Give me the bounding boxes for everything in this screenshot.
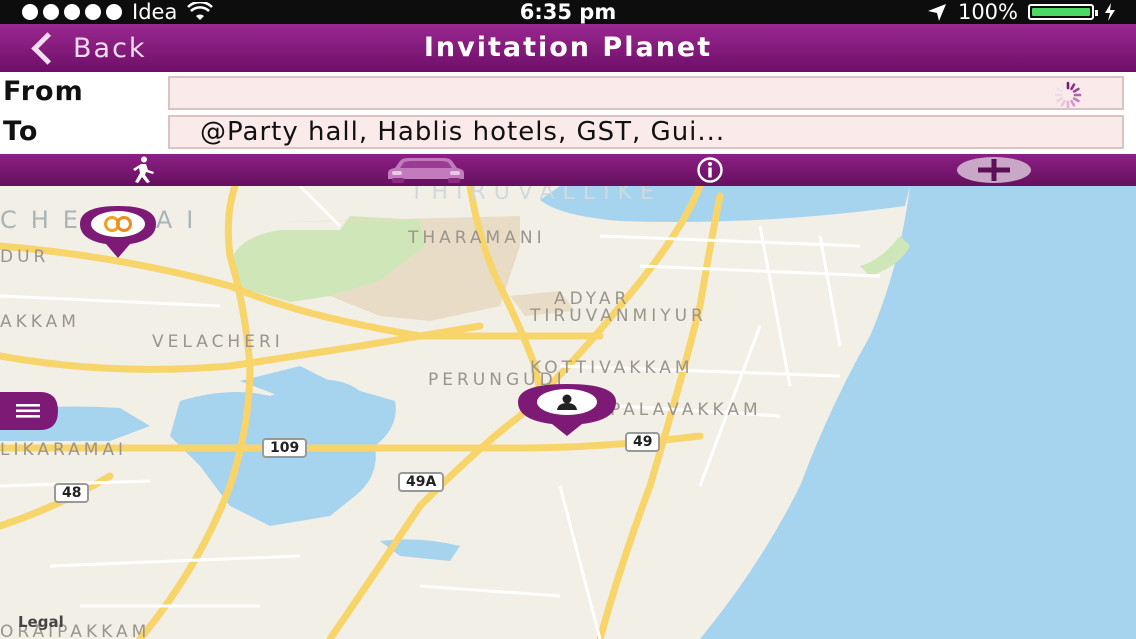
to-field[interactable]: @Party hall, Hablis hotels, GST, Gui... [168,115,1124,149]
road-shield-49: 49 [625,432,661,452]
map-label-thiruvallikeni: THIRUVALLIKE [410,186,662,205]
from-label: From [3,76,84,107]
loading-spinner-icon [1054,81,1082,108]
map-label-akkam: AKKAM [0,312,80,332]
battery-percent: 100% [957,0,1018,24]
side-menu-button[interactable] [0,392,60,430]
map-label-likaramai: LIKARAMAI [0,440,128,460]
road-shield-49a: 49A [398,472,445,492]
map-label-tiruvanmiyur: TIRUVANMIYUR [530,306,707,326]
car-icon [388,158,464,183]
tab-info[interactable] [568,154,852,186]
navigation-bar: Back Invitation Planet [0,24,1136,72]
travel-mode-tabs [0,154,1136,186]
walk-icon [133,156,154,183]
road-shield-48: 48 [54,483,90,503]
status-bar: Idea 6:35 pm 100% [0,0,1136,24]
map-label-palavakkam: PALAVAKKAM [610,400,762,420]
route-form: From To @Party hall, Hablis hotels, GST,… [0,72,1136,154]
battery-icon [1028,4,1098,20]
info-icon [697,157,723,183]
map-legal-link[interactable]: Legal [18,613,64,631]
charging-bolt-icon [1105,3,1115,21]
map-view[interactable]: THIRUVALLIKE CHENNAI THARAMANI DUR ADYAR… [0,186,1136,639]
tab-walk[interactable] [0,154,284,186]
location-arrow-icon [927,4,946,21]
from-field[interactable] [168,76,1124,110]
map-label-tharamani: THARAMANI [408,228,546,248]
road-shield-109: 109 [262,438,308,458]
menu-icon [0,392,58,430]
page-title: Invitation Planet [423,32,713,63]
to-value: @Party hall, Hablis hotels, GST, Gui... [200,117,726,147]
plus-icon [957,157,1031,183]
tab-car[interactable] [284,154,568,186]
to-label: To [3,116,39,147]
tab-add[interactable] [852,154,1136,186]
map-label-dur: DUR [0,247,50,267]
venue-pin-icon[interactable] [78,204,158,260]
user-location-pin-icon[interactable] [514,382,620,438]
map-label-velacheri: VELACHERI [152,332,284,352]
